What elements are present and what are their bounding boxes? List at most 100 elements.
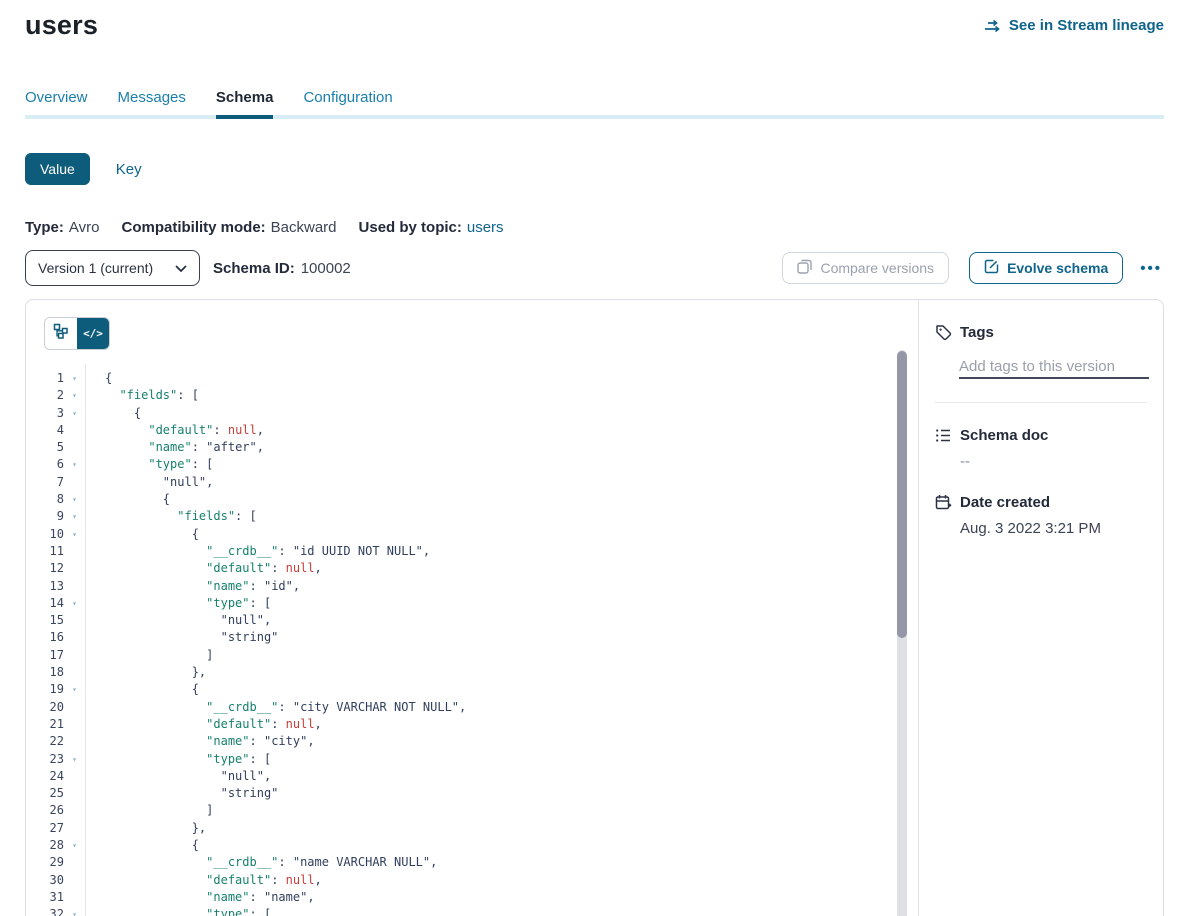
date-created-header: Date created — [935, 494, 1147, 511]
tab-configuration[interactable]: Configuration — [303, 89, 392, 115]
code-view-button[interactable]: </> — [77, 318, 109, 349]
code-line: 25 "string" — [26, 785, 918, 802]
code-line: 4 "default": null, — [26, 422, 918, 439]
code-line: 26 ] — [26, 802, 918, 819]
topic-label: Used by topic: — [359, 219, 462, 236]
fold-spacer — [64, 578, 85, 595]
code-content: "name": "after", — [85, 439, 264, 456]
code-line: 32▾ "type": [ — [26, 906, 918, 916]
line-number: 1 — [26, 370, 64, 387]
tree-view-button[interactable] — [45, 318, 77, 349]
fold-spacer — [64, 820, 85, 837]
code-line: 7 "null", — [26, 474, 918, 491]
tab-overview[interactable]: Overview — [25, 89, 88, 115]
line-number: 3 — [26, 405, 64, 422]
fold-toggle-icon[interactable]: ▾ — [64, 491, 85, 508]
code-line: 28▾ { — [26, 837, 918, 854]
version-select[interactable]: Version 1 (current) — [25, 250, 200, 286]
schema-sidebar: Tags Schema doc -- — [918, 300, 1163, 916]
value-toggle-button[interactable]: Value — [25, 153, 90, 185]
evolve-schema-button[interactable]: Evolve schema — [969, 252, 1123, 284]
more-actions-button[interactable]: ••• — [1138, 256, 1164, 281]
edit-icon — [984, 259, 999, 277]
schema-meta-row: Type: Avro Compatibility mode: Backward … — [25, 219, 1164, 236]
fold-toggle-icon[interactable]: ▾ — [64, 837, 85, 854]
compatibility-label: Compatibility mode: — [121, 219, 265, 236]
type-value: Avro — [69, 219, 100, 236]
fold-spacer — [64, 439, 85, 456]
key-toggle-button[interactable]: Key — [116, 161, 142, 178]
fold-toggle-icon[interactable]: ▾ — [64, 387, 85, 404]
tab-schema[interactable]: Schema — [216, 89, 274, 115]
line-number: 17 — [26, 647, 64, 664]
fold-toggle-icon[interactable]: ▾ — [64, 681, 85, 698]
code-content: "null", — [85, 474, 213, 491]
fold-spacer — [64, 560, 85, 577]
code-content: "type": [ — [85, 456, 213, 473]
fold-toggle-icon[interactable]: ▾ — [64, 405, 85, 422]
line-number: 21 — [26, 716, 64, 733]
code-content: { — [85, 370, 112, 387]
code-content: "default": null, — [85, 716, 322, 733]
date-created-label: Date created — [960, 494, 1050, 511]
date-created-value: Aug. 3 2022 3:21 PM — [960, 520, 1147, 537]
see-in-stream-lineage-link[interactable]: See in Stream lineage — [984, 17, 1164, 34]
fold-spacer — [64, 474, 85, 491]
code-line: 23▾ "type": [ — [26, 751, 918, 768]
fold-spacer — [64, 647, 85, 664]
editor-view-toggle: </> — [44, 317, 110, 350]
type-label: Type: — [25, 219, 64, 236]
line-number: 32 — [26, 906, 64, 916]
line-number: 27 — [26, 820, 64, 837]
line-number: 9 — [26, 508, 64, 525]
fold-toggle-icon[interactable]: ▾ — [64, 595, 85, 612]
code-line: 21 "default": null, — [26, 716, 918, 733]
fold-toggle-icon[interactable]: ▾ — [64, 526, 85, 543]
schema-doc-header: Schema doc — [935, 427, 1147, 444]
schema-card: </> 1▾{2▾ "fields": [3▾ {4 "default": nu… — [25, 299, 1164, 916]
chevron-down-icon — [175, 260, 187, 276]
code-lines: 1▾{2▾ "fields": [3▾ {4 "default": null,5… — [26, 370, 918, 916]
code-line: 22 "name": "city", — [26, 733, 918, 750]
compare-versions-button[interactable]: Compare versions — [782, 252, 949, 284]
code-content: }, — [85, 820, 206, 837]
version-select-value: Version 1 (current) — [38, 260, 153, 276]
code-line: 27 }, — [26, 820, 918, 837]
fold-toggle-icon[interactable]: ▾ — [64, 370, 85, 387]
line-number: 29 — [26, 854, 64, 871]
add-tags-input[interactable] — [959, 355, 1149, 379]
schema-doc-label: Schema doc — [960, 427, 1048, 444]
editor-scrollbar-thumb[interactable] — [897, 351, 907, 638]
code-content: "string" — [85, 629, 278, 646]
date-created-section: Date created Aug. 3 2022 3:21 PM — [935, 494, 1147, 537]
code-line: 11 "__crdb__": "id UUID NOT NULL", — [26, 543, 918, 560]
fold-spacer — [64, 889, 85, 906]
fold-spacer — [64, 768, 85, 785]
code-line: 15 "null", — [26, 612, 918, 629]
fold-spacer — [64, 612, 85, 629]
editor-scrollbar[interactable] — [897, 350, 907, 916]
topic-link[interactable]: users — [467, 219, 504, 236]
code-content: { — [85, 405, 141, 422]
line-number: 11 — [26, 543, 64, 560]
schema-type: Type: Avro — [25, 219, 99, 236]
code-line: 12 "default": null, — [26, 560, 918, 577]
fold-toggle-icon[interactable]: ▾ — [64, 751, 85, 768]
code-content: "null", — [85, 612, 271, 629]
line-number: 16 — [26, 629, 64, 646]
code-line: 17 ] — [26, 647, 918, 664]
code-content: ] — [85, 647, 213, 664]
code-content: { — [85, 526, 199, 543]
version-bar: Version 1 (current) Schema ID: 100002 Co… — [25, 250, 1164, 286]
fold-toggle-icon[interactable]: ▾ — [64, 456, 85, 473]
line-number: 25 — [26, 785, 64, 802]
fold-spacer — [64, 802, 85, 819]
tab-messages[interactable]: Messages — [118, 89, 186, 115]
line-number: 24 — [26, 768, 64, 785]
fold-toggle-icon[interactable]: ▾ — [64, 508, 85, 525]
fold-spacer — [64, 699, 85, 716]
fold-spacer — [64, 854, 85, 871]
fold-toggle-icon[interactable]: ▾ — [64, 906, 85, 916]
line-number: 30 — [26, 872, 64, 889]
fold-spacer — [64, 716, 85, 733]
